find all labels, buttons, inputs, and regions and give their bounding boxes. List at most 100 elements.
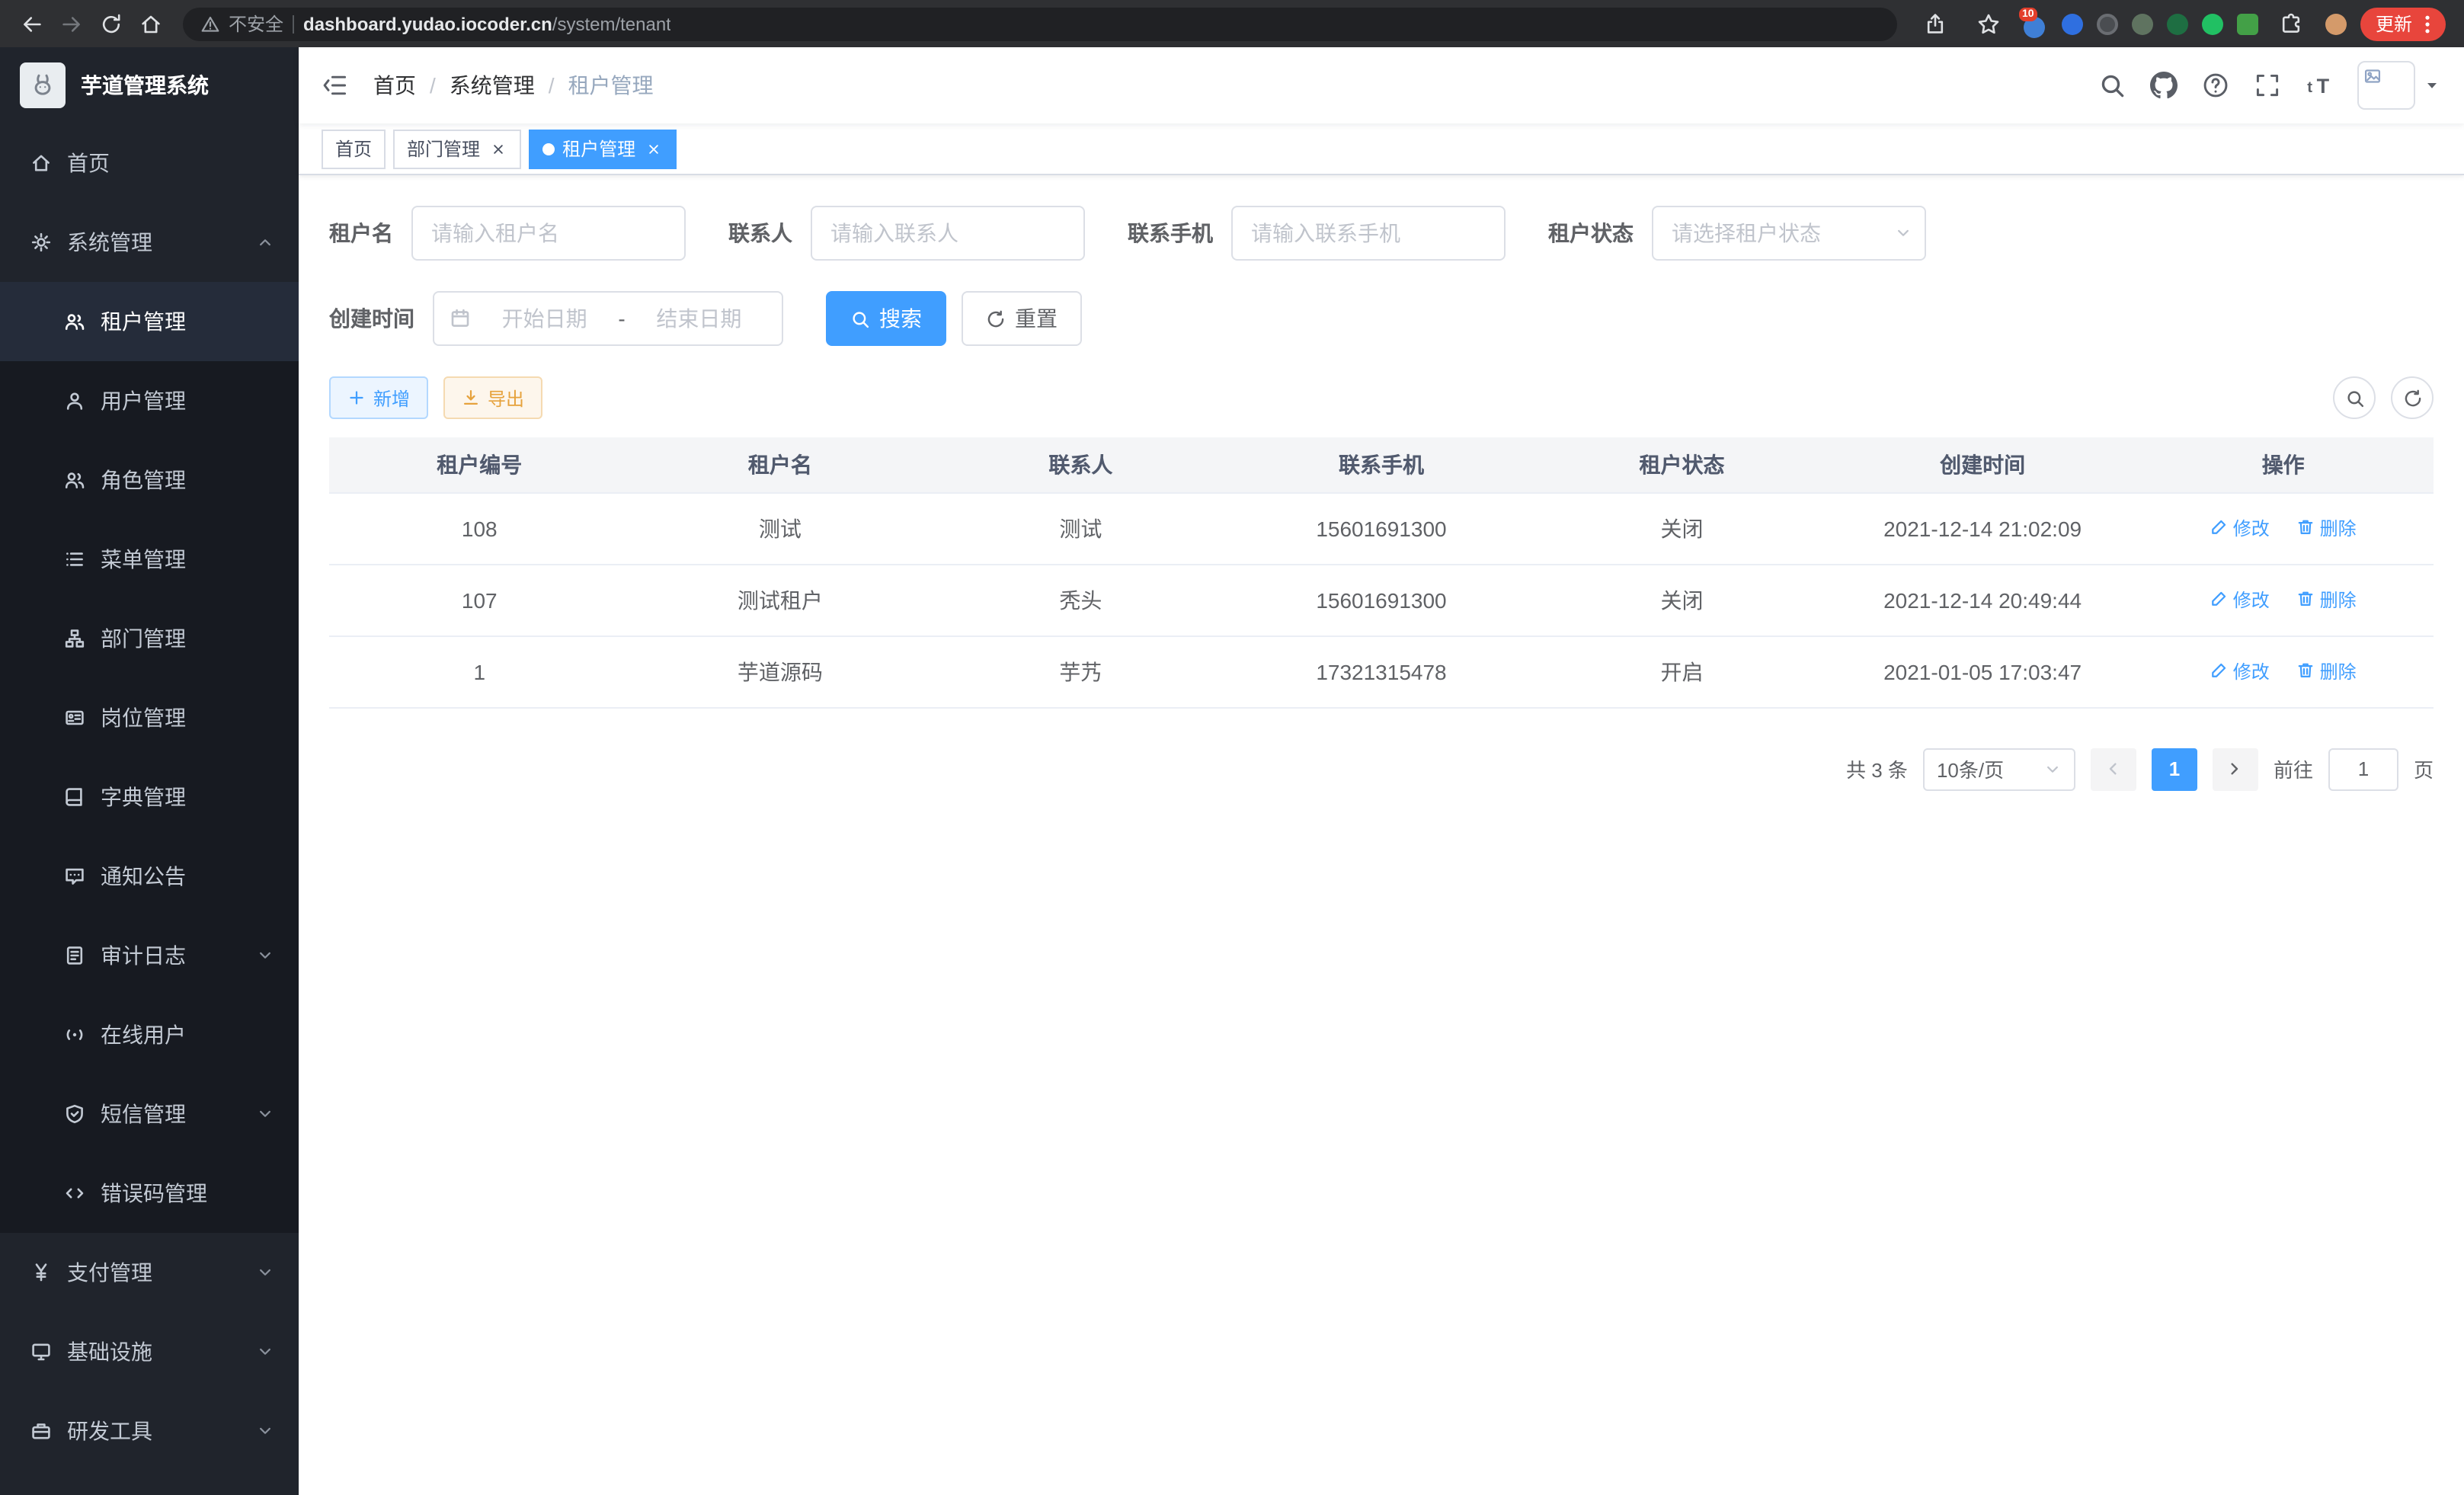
extension-icon-olive[interactable] [2132,13,2153,34]
page-size-select[interactable]: 10条/页 [1923,748,2075,790]
sidebar-item-infrastructure[interactable]: 基础设施 [0,1312,299,1391]
cell-actions: 修改 删除 [2133,492,2434,564]
cell-created: 2021-01-05 17:03:47 [1832,635,2133,707]
breadcrumb-system[interactable]: 系统管理 [450,70,535,101]
signal-icon [64,1024,85,1045]
filter-tenant-name: 租户名 [329,206,686,261]
action-label: 修改 [2233,515,2270,541]
browser-back-button[interactable] [12,4,52,43]
extension-icon-darkgreen[interactable] [2167,13,2188,34]
sidebar-item-devtools[interactable]: 研发工具 [0,1391,299,1471]
column-header: 联系人 [930,437,1231,492]
plus-icon [347,389,366,407]
sidebar-item-menu[interactable]: 菜单管理 [0,520,299,599]
download-icon [462,389,480,407]
sidebar-item-error-code[interactable]: 错误码管理 [0,1154,299,1233]
sidebar-item-tenant[interactable]: 租户管理 [0,282,299,361]
fullscreen-icon[interactable] [2254,72,2281,99]
field-label: 租户名 [329,218,393,248]
toggle-search-button[interactable] [2333,376,2376,419]
extension-icon-green[interactable] [2202,13,2223,34]
filter-row-2: 创建时间 开始日期 - 结束日期 搜索 重置 [329,291,2434,346]
sidebar-item-label: 支付管理 [67,1257,241,1288]
edit-row-button[interactable]: 修改 [2210,515,2270,541]
tenant-name-input[interactable] [411,206,686,261]
sidebar-item-system[interactable]: 系统管理 [0,203,299,282]
sidebar-item-audit-log[interactable]: 审计日志 [0,916,299,995]
action-label: 修改 [2233,587,2270,613]
cell-status: 开启 [1531,635,1832,707]
edit-icon [2210,591,2229,609]
help-icon[interactable] [2202,72,2229,99]
close-icon[interactable] [643,139,663,158]
user-avatar-dropdown[interactable] [2357,61,2441,110]
edit-row-button[interactable]: 修改 [2210,587,2270,613]
browser-reload-button[interactable] [91,4,131,43]
tab-label: 首页 [335,136,372,162]
extension-icon-dark[interactable] [2097,13,2118,34]
tab-tenant[interactable]: 租户管理 [529,129,677,168]
extension-icon-blue[interactable] [2062,13,2083,34]
browser-home-button[interactable] [131,4,171,43]
sidebar-item-user[interactable]: 用户管理 [0,361,299,440]
sidebar-item-post[interactable]: 岗位管理 [0,678,299,757]
date-range-picker[interactable]: 开始日期 - 结束日期 [433,291,783,346]
tab-dept[interactable]: 部门管理 [393,129,521,168]
kebab-menu-icon[interactable] [2415,11,2440,36]
github-icon[interactable] [2150,72,2178,99]
sidebar-item-sms[interactable]: 短信管理 [0,1074,299,1154]
warning-icon [201,14,219,33]
reset-button[interactable]: 重置 [962,291,1082,346]
delete-row-button[interactable]: 删除 [2297,658,2357,684]
profile-avatar[interactable] [2325,13,2347,34]
status-select[interactable]: 请选择租户状态 [1652,206,1926,261]
contact-input[interactable] [811,206,1085,261]
sidebar-item-payment[interactable]: 支付管理 [0,1233,299,1312]
sidebar-item-label: 研发工具 [67,1416,241,1446]
export-button[interactable]: 导出 [443,376,542,419]
sidebar-item-notice[interactable]: 通知公告 [0,837,299,916]
extension-icon-badged[interactable]: 10 [2022,10,2048,37]
search-button[interactable]: 搜索 [826,291,946,346]
search-icon[interactable] [2098,72,2126,99]
chevron-down-icon [256,1343,274,1361]
total-count: 共 3 条 [1846,754,1908,783]
close-icon[interactable] [488,139,507,158]
button-label: 重置 [1015,303,1058,334]
edit-row-button[interactable]: 修改 [2210,658,2270,684]
url-path: /system/tenant [552,13,671,34]
goto-page-input[interactable] [2328,748,2398,790]
delete-row-button[interactable]: 删除 [2297,587,2357,613]
refresh-table-button[interactable] [2391,376,2434,419]
delete-row-button[interactable]: 删除 [2297,515,2357,541]
font-size-icon[interactable] [2306,72,2333,99]
sidebar-toggle-icon[interactable] [322,72,349,99]
sidebar-item-role[interactable]: 角色管理 [0,440,299,520]
sidebar-item-dict[interactable]: 字典管理 [0,757,299,837]
column-header: 租户状态 [1531,437,1832,492]
field-label: 创建时间 [329,303,414,334]
browser-forward-button[interactable] [52,4,91,43]
extensions-puzzle-icon[interactable] [2272,4,2312,43]
cell-status: 关闭 [1531,492,1832,564]
tab-home[interactable]: 首页 [322,129,386,168]
add-button[interactable]: 新增 [329,376,428,419]
cell-tenant-name: 测试租户 [630,564,931,635]
address-bar[interactable]: 不安全 dashboard.yudao.iocoder.cn/system/te… [183,7,1897,40]
prev-page-button[interactable] [2091,748,2136,790]
next-page-button[interactable] [2213,748,2258,790]
app-logo[interactable]: 芋道管理系统 [0,47,299,123]
sidebar-item-online-user[interactable]: 在线用户 [0,995,299,1074]
page-1-button[interactable]: 1 [2152,748,2197,790]
bookmark-star-icon[interactable] [1969,4,2008,43]
sidebar-item-home[interactable]: 首页 [0,123,299,203]
field-label: 联系手机 [1128,218,1213,248]
extension-badge: 10 [2019,7,2037,21]
phone-input[interactable] [1231,206,1506,261]
share-icon[interactable] [1915,4,1955,43]
sidebar-item-dept[interactable]: 部门管理 [0,599,299,678]
browser-update-button[interactable]: 更新 [2360,7,2446,40]
breadcrumb-home[interactable]: 首页 [373,70,416,101]
cell-tenant-id: 108 [329,492,630,564]
extension-icon-green-square[interactable] [2237,13,2258,34]
